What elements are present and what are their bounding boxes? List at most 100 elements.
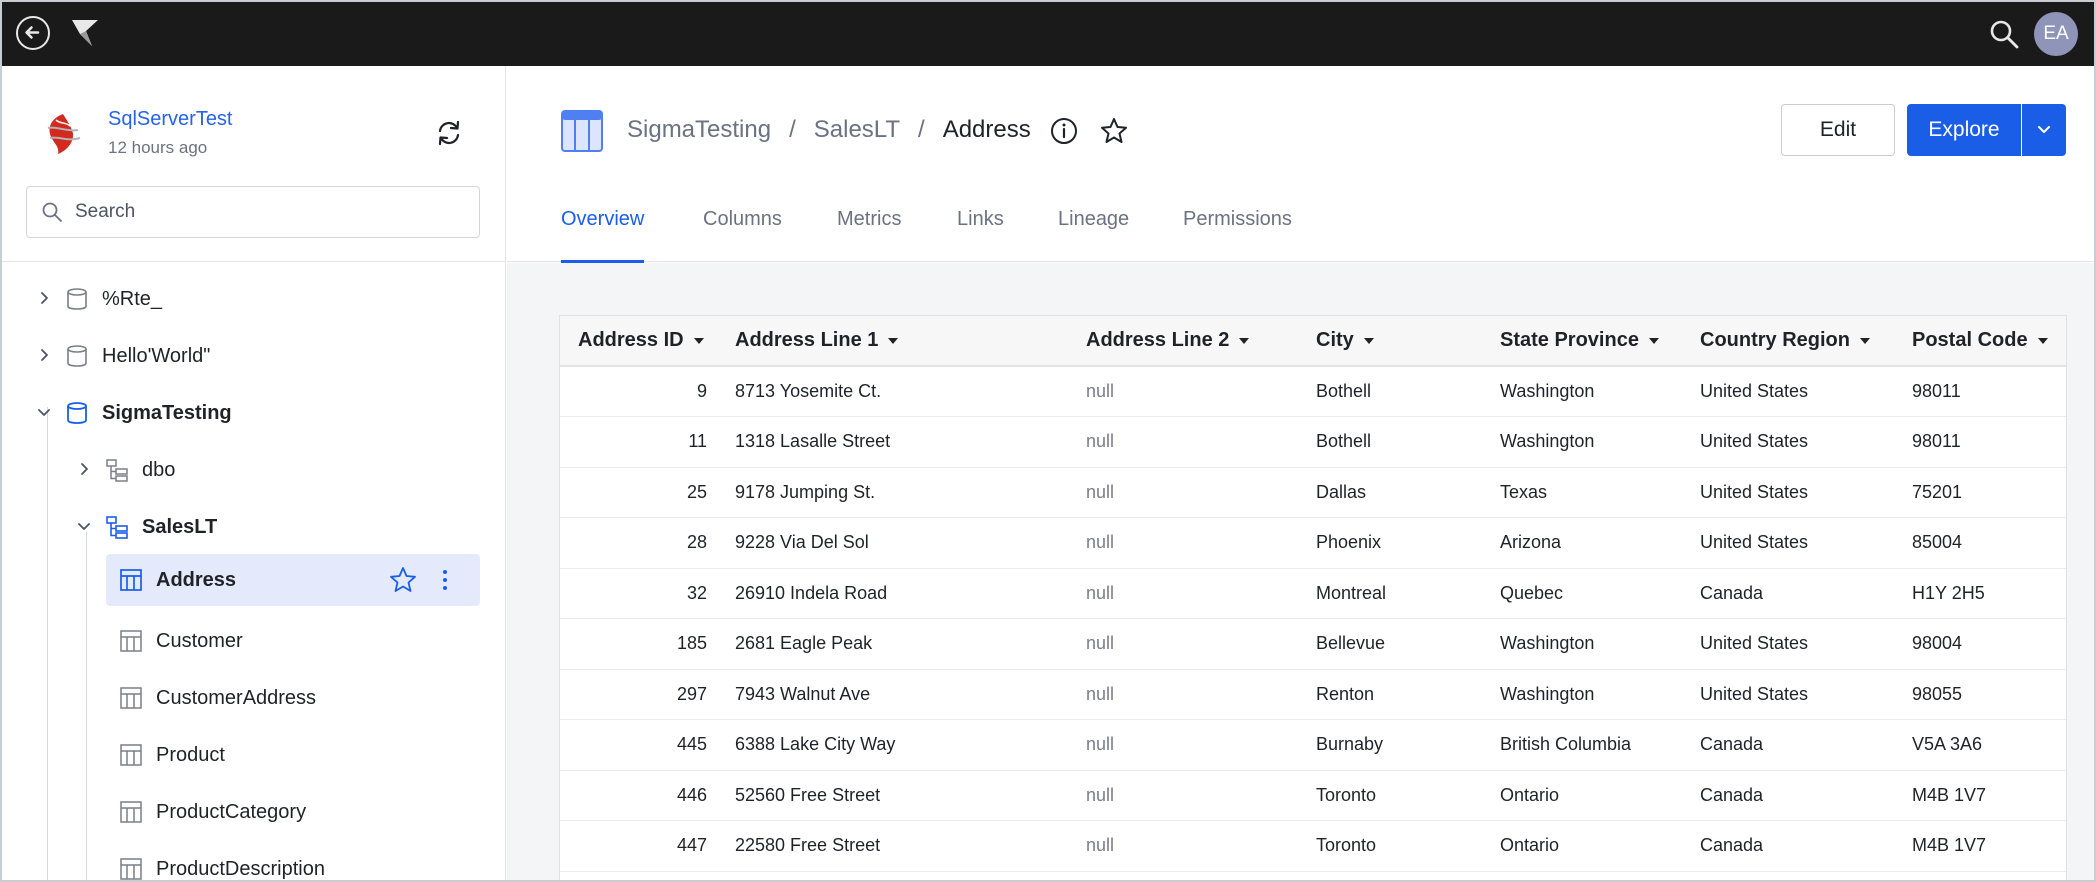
- cell-address-line-1: 9178 Jumping St.: [717, 467, 1068, 518]
- refresh-icon[interactable]: [434, 118, 464, 148]
- column-header-address-id[interactable]: Address ID: [560, 316, 717, 367]
- cell-city: Bothell: [1298, 416, 1482, 468]
- breadcrumb-schema[interactable]: SalesLT: [814, 116, 900, 144]
- cell-address-line-2: null: [1068, 618, 1298, 670]
- column-header-address-line-2[interactable]: Address Line 2: [1068, 316, 1298, 367]
- tree-item-address[interactable]: Address: [106, 554, 480, 606]
- info-icon[interactable]: [1049, 116, 1079, 146]
- caret-down-icon[interactable]: [1239, 337, 1250, 344]
- edit-button[interactable]: Edit: [1781, 104, 1895, 156]
- column-header-city[interactable]: City: [1298, 316, 1482, 367]
- user-avatar[interactable]: EA: [2034, 12, 2078, 56]
- explore-dropdown-button[interactable]: [2022, 104, 2066, 156]
- table-icon: [118, 742, 144, 768]
- tree-item-label: dbo: [142, 459, 176, 481]
- caret-down-icon[interactable]: [693, 337, 704, 344]
- tab-label: Overview: [561, 208, 645, 230]
- breadcrumb-database[interactable]: SigmaTesting: [627, 116, 771, 144]
- tab-metrics[interactable]: Metrics: [837, 208, 901, 262]
- tree-item-customeraddress[interactable]: CustomerAddress: [106, 675, 480, 721]
- cell-address-line-1: 22580 Free Street: [717, 820, 1068, 872]
- tab-columns[interactable]: Columns: [703, 208, 782, 262]
- connection-name[interactable]: SqlServerTest: [108, 108, 233, 131]
- tab-bar: Overview Columns Metrics Links Lineage P…: [507, 206, 2094, 263]
- cell-address-id: 297: [560, 669, 717, 720]
- cell-address-id: 9: [560, 366, 717, 417]
- chevron-down-icon[interactable]: [34, 402, 54, 422]
- search-input[interactable]: [75, 197, 465, 227]
- tree-item-product[interactable]: Product: [106, 732, 480, 778]
- table-row: 25 9178 Jumping St. null Dallas Texas United …: [560, 467, 2066, 518]
- table-row: 447 22580 Free Street null Toronto Ontario Ca…: [560, 820, 2066, 872]
- cell-address-id: 447: [560, 820, 717, 872]
- chevron-down-icon: [2038, 125, 2050, 133]
- chevron-right-icon[interactable]: [34, 345, 54, 365]
- caret-down-icon[interactable]: [888, 337, 899, 344]
- cell-country-region: United States: [1682, 366, 1894, 417]
- cell-country-region: Canada: [1682, 770, 1894, 821]
- chevron-down-icon[interactable]: [74, 516, 94, 536]
- cell-postal-code: 98004: [1894, 618, 2066, 670]
- cell-address-line-2: null: [1068, 719, 1298, 771]
- sigma-logo-icon[interactable]: [68, 16, 102, 50]
- tab-label: Links: [957, 208, 1004, 230]
- caret-down-icon[interactable]: [2037, 337, 2048, 344]
- tree-item-label: Product: [156, 744, 225, 766]
- cell-postal-code: H1Y 2H5: [1894, 568, 2066, 619]
- column-header-country-region[interactable]: Country Region: [1682, 316, 1894, 367]
- more-options-icon[interactable]: [440, 567, 450, 593]
- caret-down-icon[interactable]: [1860, 337, 1870, 344]
- tree-item-rte[interactable]: %Rte_: [26, 276, 480, 322]
- column-header-postal-code[interactable]: Postal Code: [1894, 316, 2066, 367]
- chevron-right-icon[interactable]: [74, 459, 94, 479]
- schema-icon: [104, 514, 130, 540]
- cell-state-province: Quebec: [1482, 568, 1682, 619]
- table-row: 297 7943 Walnut Ave null Renton Washington Un…: [560, 669, 2066, 720]
- tree-item-productdescription[interactable]: ProductDescription: [106, 846, 480, 880]
- cell-city: Toronto: [1298, 820, 1482, 872]
- tab-overview[interactable]: Overview: [561, 208, 645, 263]
- tree-item-hello-world[interactable]: Hello'World": [26, 333, 480, 379]
- tree-item-productcategory[interactable]: ProductCategory: [106, 789, 480, 835]
- cell-postal-code: 75201: [1894, 467, 2066, 518]
- cell-address-line-1: 9228 Via Del Sol: [717, 517, 1068, 569]
- cell-address-line-2: null: [1068, 416, 1298, 468]
- table-icon: [118, 799, 144, 825]
- cell-city: Montreal: [1298, 568, 1482, 619]
- column-header-address-line-1[interactable]: Address Line 1: [717, 316, 1068, 367]
- search-icon: [41, 201, 63, 223]
- tab-label: Lineage: [1058, 208, 1130, 230]
- cell-address-id: 185: [560, 618, 717, 670]
- table-row: 446 52560 Free Street null Toronto Ontario Ca…: [560, 770, 2066, 821]
- tree-item-customer[interactable]: Customer: [106, 618, 480, 664]
- cell-country-region: United States: [1682, 618, 1894, 670]
- back-icon[interactable]: [16, 16, 50, 50]
- tab-permissions[interactable]: Permissions: [1183, 208, 1292, 262]
- tree-item-label: Customer: [156, 630, 243, 652]
- cell-postal-code: 98011: [1894, 416, 2066, 468]
- tab-links[interactable]: Links: [957, 208, 1004, 262]
- cell-state-province: British Columbia: [1482, 719, 1682, 771]
- cell-state-province: Washington: [1482, 618, 1682, 670]
- tree-guide-line: [86, 532, 87, 880]
- cell-state-province: Ontario: [1482, 820, 1682, 872]
- main-panel: SigmaTesting / SalesLT / Address Edit Explor…: [507, 66, 2094, 880]
- tree-item-dbo[interactable]: dbo: [66, 447, 480, 493]
- chevron-right-icon[interactable]: [34, 288, 54, 308]
- cell-address-id: 32: [560, 568, 717, 619]
- favorite-star-icon[interactable]: [1099, 116, 1129, 146]
- caret-down-icon[interactable]: [1648, 337, 1659, 344]
- column-header-state-province[interactable]: State Province: [1482, 316, 1682, 367]
- search-icon[interactable]: [1988, 18, 2020, 50]
- search-box: [26, 186, 480, 238]
- explore-button[interactable]: Explore: [1907, 104, 2021, 156]
- table-row: 9 8713 Yosemite Ct. null Bothell Washington U…: [560, 366, 2066, 417]
- table-icon: [118, 567, 144, 593]
- caret-down-icon[interactable]: [1363, 337, 1374, 344]
- favorite-star-icon[interactable]: [388, 565, 418, 595]
- sql-server-icon: [42, 110, 84, 158]
- cell-address-id: 25: [560, 467, 717, 518]
- tab-lineage[interactable]: Lineage: [1058, 208, 1129, 262]
- tree-item-sigmatesting[interactable]: SigmaTesting: [26, 390, 480, 436]
- tree-item-saleslt[interactable]: SalesLT: [66, 504, 480, 550]
